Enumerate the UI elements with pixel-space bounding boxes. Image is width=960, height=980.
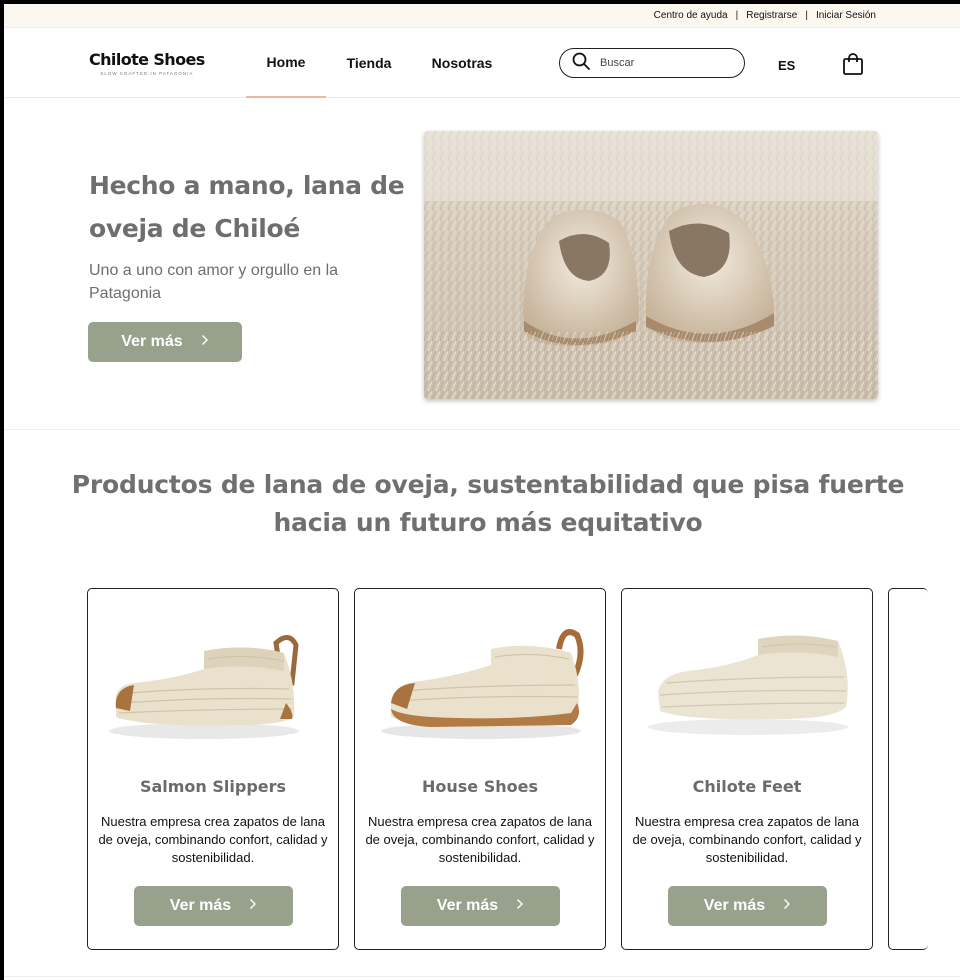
register-link[interactable]: Registrarse	[746, 10, 797, 21]
product-description: Nuestra empresa crea zapatos de lana de …	[98, 814, 328, 865]
brand-tagline: SLOW CRAFTED IN PATAGONIA	[100, 71, 194, 76]
product-card[interactable]: Salmon Slippers Nuestra empresa crea zap…	[87, 588, 339, 950]
product-image	[638, 613, 858, 753]
search-input[interactable]	[600, 57, 730, 69]
search-icon[interactable]	[572, 52, 590, 75]
product-image	[104, 613, 324, 753]
page: Centro de ayuda | Registrarse | Iniciar …	[4, 4, 960, 980]
login-link[interactable]: Iniciar Sesión	[816, 10, 876, 21]
product-card[interactable]: Chilote Feet Nuestra empresa crea zapato…	[621, 588, 873, 950]
product-title: Salmon Slippers	[139, 777, 287, 796]
separator: |	[805, 10, 808, 21]
chevron-right-icon	[783, 897, 791, 915]
section-divider	[4, 429, 960, 430]
hero-ver-mas-button[interactable]: Ver más	[88, 322, 242, 362]
site-header: Chilote Shoes SLOW CRAFTED IN PATAGONIA …	[4, 28, 960, 98]
product-ver-mas-button[interactable]: Ver más	[668, 886, 827, 926]
hero-title: Hecho a mano, lana de oveja de Chiloé	[89, 171, 405, 243]
brand-logo[interactable]: Chilote Shoes SLOW CRAFTED IN PATAGONIA	[89, 50, 205, 76]
product-ver-mas-button[interactable]: Ver más	[134, 886, 293, 926]
separator: |	[735, 10, 739, 21]
help-center-link[interactable]: Centro de ayuda	[654, 10, 728, 21]
chevron-right-icon	[516, 897, 524, 915]
main-nav: Home Tienda Nosotras	[246, 28, 512, 98]
nav-item-tienda[interactable]: Tienda	[326, 28, 412, 98]
search-box[interactable]	[559, 48, 745, 78]
nav-item-label: Tienda	[346, 55, 392, 71]
language-selector[interactable]: ES	[778, 58, 795, 73]
product-title: House Shoes	[422, 777, 538, 796]
button-label: Ver más	[121, 333, 183, 350]
utility-links: Centro de ayuda | Registrarse | Iniciar …	[654, 10, 876, 21]
products-section-title: Productos de lana de oveja, sustentabili…	[71, 470, 905, 537]
nav-item-label: Home	[266, 54, 306, 70]
brand-name: Chilote Shoes	[89, 50, 205, 69]
button-label: Ver más	[703, 897, 766, 914]
product-description: Nuestra empresa crea zapatos de lana de …	[365, 814, 595, 865]
product-card-partial[interactable]	[888, 588, 928, 950]
button-label: Ver más	[169, 897, 232, 914]
hero-subtitle: Uno a uno con amor y orgullo en la Patag…	[89, 262, 339, 302]
shopping-bag-icon[interactable]	[842, 53, 864, 80]
product-description: Nuestra empresa crea zapatos de lana de …	[632, 814, 862, 865]
chevron-right-icon	[249, 897, 257, 915]
hero-image	[424, 131, 878, 399]
nav-item-label: Nosotras	[431, 55, 493, 71]
utility-bar: Centro de ayuda | Registrarse | Iniciar …	[4, 4, 960, 28]
product-ver-mas-button[interactable]: Ver más	[401, 886, 560, 926]
product-card[interactable]: House Shoes Nuestra empresa crea zapatos…	[354, 588, 606, 950]
product-image	[371, 613, 591, 753]
product-title: Chilote Feet	[692, 777, 802, 796]
footer-divider	[4, 976, 960, 977]
button-label: Ver más	[436, 897, 499, 914]
nav-item-nosotras[interactable]: Nosotras	[412, 28, 512, 98]
nav-item-home[interactable]: Home	[246, 28, 326, 98]
chevron-right-icon	[201, 333, 209, 351]
